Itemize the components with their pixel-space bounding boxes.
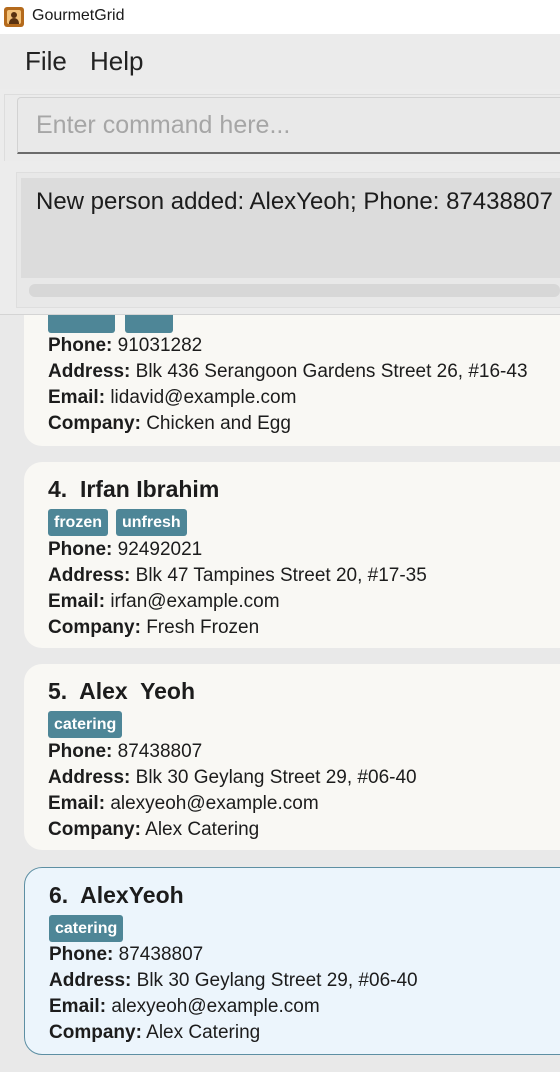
person-name: 5. Alex Yeoh <box>48 678 196 704</box>
tag: frozen <box>48 509 108 536</box>
tag: unfresh <box>116 509 187 536</box>
person-company: Company: Alex Catering <box>49 1022 261 1043</box>
person-email: Email: alexyeoh@example.com <box>48 793 319 814</box>
title-bar: GourmetGrid <box>0 0 560 34</box>
person-address: Address: Blk 30 Geylang Street 29, #06-4… <box>49 970 418 991</box>
app-icon <box>4 7 24 27</box>
person-company: Company: Chicken and Egg <box>48 413 291 434</box>
menu-file[interactable]: File <box>25 46 67 77</box>
person-phone: Phone: 91031282 <box>48 335 203 356</box>
person-name: 6. AlexYeoh <box>49 882 184 908</box>
person-card-selected[interactable]: 6. AlexYeoh catering Phone: 87438807 Add… <box>24 867 560 1055</box>
tag <box>48 315 115 333</box>
tag: catering <box>49 915 124 942</box>
person-address: Address: Blk 47 Tampines Street 20, #17-… <box>48 565 427 586</box>
person-name: 4. Irfan Ibrahim <box>48 476 220 502</box>
person-card[interactable]: 4. Irfan Ibrahim frozen unfresh Phone: 92… <box>24 462 560 648</box>
person-address: Address: Blk 30 Geylang Street 29, #06-4… <box>48 767 417 788</box>
tag <box>125 315 173 333</box>
result-display: New person added: AlexYeoh; Phone: 87438… <box>21 178 560 278</box>
tag-list: frozen unfresh <box>48 509 195 536</box>
person-email: Email: lidavid@example.com <box>48 387 297 408</box>
result-text: New person added: AlexYeoh; Phone: 87438… <box>36 188 553 215</box>
command-input[interactable] <box>17 97 560 154</box>
menu-bar: File Help <box>0 34 560 89</box>
tag-list: catering <box>49 915 131 942</box>
person-card[interactable]: Phone: 91031282 Address: Blk 436 Serango… <box>24 315 560 446</box>
tag-list: catering <box>48 711 130 738</box>
person-list[interactable]: Phone: 91031282 Address: Blk 436 Serango… <box>0 315 560 1072</box>
person-email: Email: irfan@example.com <box>48 591 280 612</box>
person-company: Company: Alex Catering <box>48 819 260 840</box>
person-phone: Phone: 92492021 <box>48 539 203 560</box>
person-company: Company: Fresh Frozen <box>48 617 260 638</box>
person-email: Email: alexyeoh@example.com <box>49 996 320 1017</box>
person-card[interactable]: 5. Alex Yeoh catering Phone: 87438807 Ad… <box>24 664 560 850</box>
window-title: GourmetGrid <box>32 7 125 24</box>
result-horizontal-scrollbar[interactable] <box>29 284 560 297</box>
person-phone: Phone: 87438807 <box>49 944 204 965</box>
person-address: Address: Blk 436 Serangoon Gardens Stree… <box>48 361 528 382</box>
person-phone: Phone: 87438807 <box>48 741 203 762</box>
tag: catering <box>48 711 123 738</box>
menu-help[interactable]: Help <box>90 46 143 77</box>
